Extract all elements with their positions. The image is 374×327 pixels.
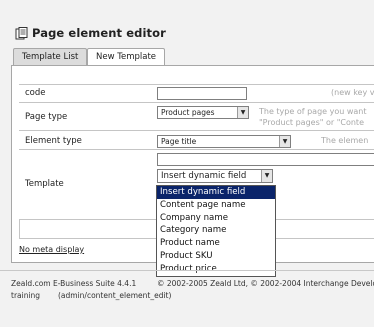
- code-label: code: [25, 88, 46, 98]
- dropdown-option[interactable]: Content page name: [157, 199, 275, 212]
- chevron-down-icon[interactable]: ▼: [261, 170, 272, 182]
- dropdown-option[interactable]: Company name: [157, 212, 275, 225]
- row-divider: [19, 84, 374, 85]
- document-icon: [15, 26, 28, 40]
- footer-copyright: © 2002-2005 Zeald Ltd, © 2002-2004 Inter…: [157, 279, 374, 288]
- footer-product: Zeald.com E-Business Suite 4.4.1: [11, 279, 137, 288]
- row-divider: [19, 102, 374, 103]
- dynamic-field-dropdown-list[interactable]: Insert dynamic field Content page name C…: [156, 185, 276, 277]
- dropdown-option[interactable]: Insert dynamic field: [157, 186, 275, 199]
- code-hint: (new key v: [331, 88, 374, 97]
- row-divider: [19, 149, 374, 150]
- dynamic-field-select[interactable]: Insert dynamic field ▼: [157, 169, 273, 183]
- page-type-value: Product pages: [161, 108, 215, 117]
- footer-divider: [0, 270, 374, 271]
- chevron-down-icon[interactable]: ▼: [279, 136, 290, 147]
- page-type-hint: The type of page you want: [259, 107, 367, 116]
- template-label: Template: [25, 179, 64, 189]
- tab-new-template[interactable]: New Template: [87, 48, 166, 66]
- dynamic-field-value: Insert dynamic field: [161, 171, 247, 181]
- row-divider: [19, 130, 374, 131]
- footer-mode: training: [11, 291, 41, 300]
- footer-path: (admin/content_element_edit): [58, 291, 172, 300]
- page-title: Page element editor: [32, 26, 166, 40]
- element-type-label: Element type: [25, 136, 82, 146]
- element-type-hint: The elemen: [321, 136, 369, 145]
- element-type-value: Page title: [161, 137, 197, 146]
- no-meta-display-link[interactable]: No meta display: [19, 245, 84, 254]
- code-input[interactable]: [157, 87, 247, 100]
- dropdown-option[interactable]: Product SKU: [157, 250, 275, 263]
- page-type-label: Page type: [25, 112, 68, 122]
- page-element-editor-window: Page element editor Template List New Te…: [0, 0, 374, 327]
- page-header: Page element editor: [15, 25, 166, 41]
- page-type-select[interactable]: Product pages ▼: [157, 106, 249, 119]
- element-type-select[interactable]: Page title ▼: [157, 135, 291, 148]
- page-type-hint-2: "Product pages" or "Conte: [259, 118, 364, 127]
- dropdown-option[interactable]: Category name: [157, 224, 275, 237]
- tab-template-list[interactable]: Template List: [13, 48, 88, 65]
- template-textarea[interactable]: [157, 153, 374, 166]
- dropdown-option[interactable]: Product name: [157, 237, 275, 250]
- chevron-down-icon[interactable]: ▼: [237, 107, 248, 118]
